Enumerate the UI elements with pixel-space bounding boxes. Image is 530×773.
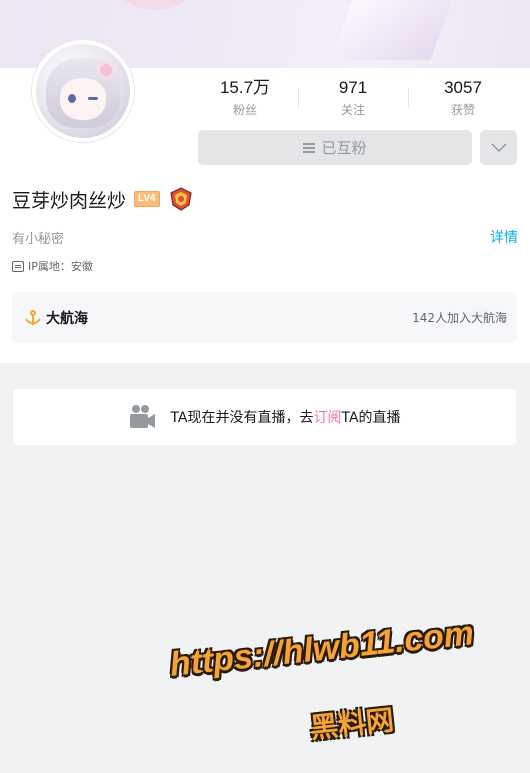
watermark-site-name: 黑料网 <box>308 703 396 745</box>
ip-location: IP属地：安徽 <box>12 258 93 274</box>
anchor-icon <box>25 309 41 325</box>
stat-label: 获赞 <box>450 103 475 117</box>
guard-count: 142人加入大航海 <box>412 311 507 325</box>
guard-card[interactable]: 大航海 142人加入大航海 <box>12 292 517 343</box>
stat-followers[interactable]: 15.7万 粉丝 <box>200 78 290 119</box>
stat-value: 3057 <box>444 78 482 97</box>
mutual-follow-button[interactable]: 已互粉 <box>198 130 472 165</box>
live-status-text-end: TA的直播 <box>341 410 401 426</box>
stat-label: 粉丝 <box>232 103 257 117</box>
chevron-down-icon <box>490 142 507 152</box>
stat-label: 关注 <box>340 103 365 117</box>
stat-following[interactable]: 971 关注 <box>308 78 398 119</box>
stat-value: 971 <box>338 78 368 97</box>
menu-icon <box>303 142 316 153</box>
avatar[interactable] <box>32 40 134 142</box>
signature: 有小秘密 <box>12 232 65 247</box>
medal-icon[interactable] <box>168 186 194 212</box>
watermark-url: https://hlwb11.com <box>168 614 476 684</box>
location-card-icon <box>12 260 24 272</box>
live-status-card: TA现在并没有直播，去订阅TA的直播 <box>13 389 516 445</box>
more-options-button[interactable] <box>480 130 517 165</box>
subscribe-link[interactable]: 订阅 <box>314 410 342 426</box>
details-link[interactable]: 详情 <box>490 227 518 247</box>
name-row: 豆芽炒肉丝炒 LV4 <box>12 185 194 213</box>
ip-location-text: IP属地：安徽 <box>28 260 93 273</box>
banner-decoration <box>330 0 460 60</box>
follow-button-label: 已互粉 <box>321 140 367 157</box>
level-badge[interactable]: LV4 <box>134 191 160 207</box>
username: 豆芽炒肉丝炒 <box>12 189 127 212</box>
divider <box>408 88 409 108</box>
banner-decoration <box>120 0 190 10</box>
live-status-text: TA现在并没有直播，去 <box>170 410 314 426</box>
guard-title: 大航海 <box>46 310 88 327</box>
stat-value: 15.7万 <box>219 78 271 97</box>
divider <box>298 88 299 108</box>
stat-likes[interactable]: 3057 获赞 <box>418 78 508 119</box>
camera-icon <box>130 405 156 428</box>
